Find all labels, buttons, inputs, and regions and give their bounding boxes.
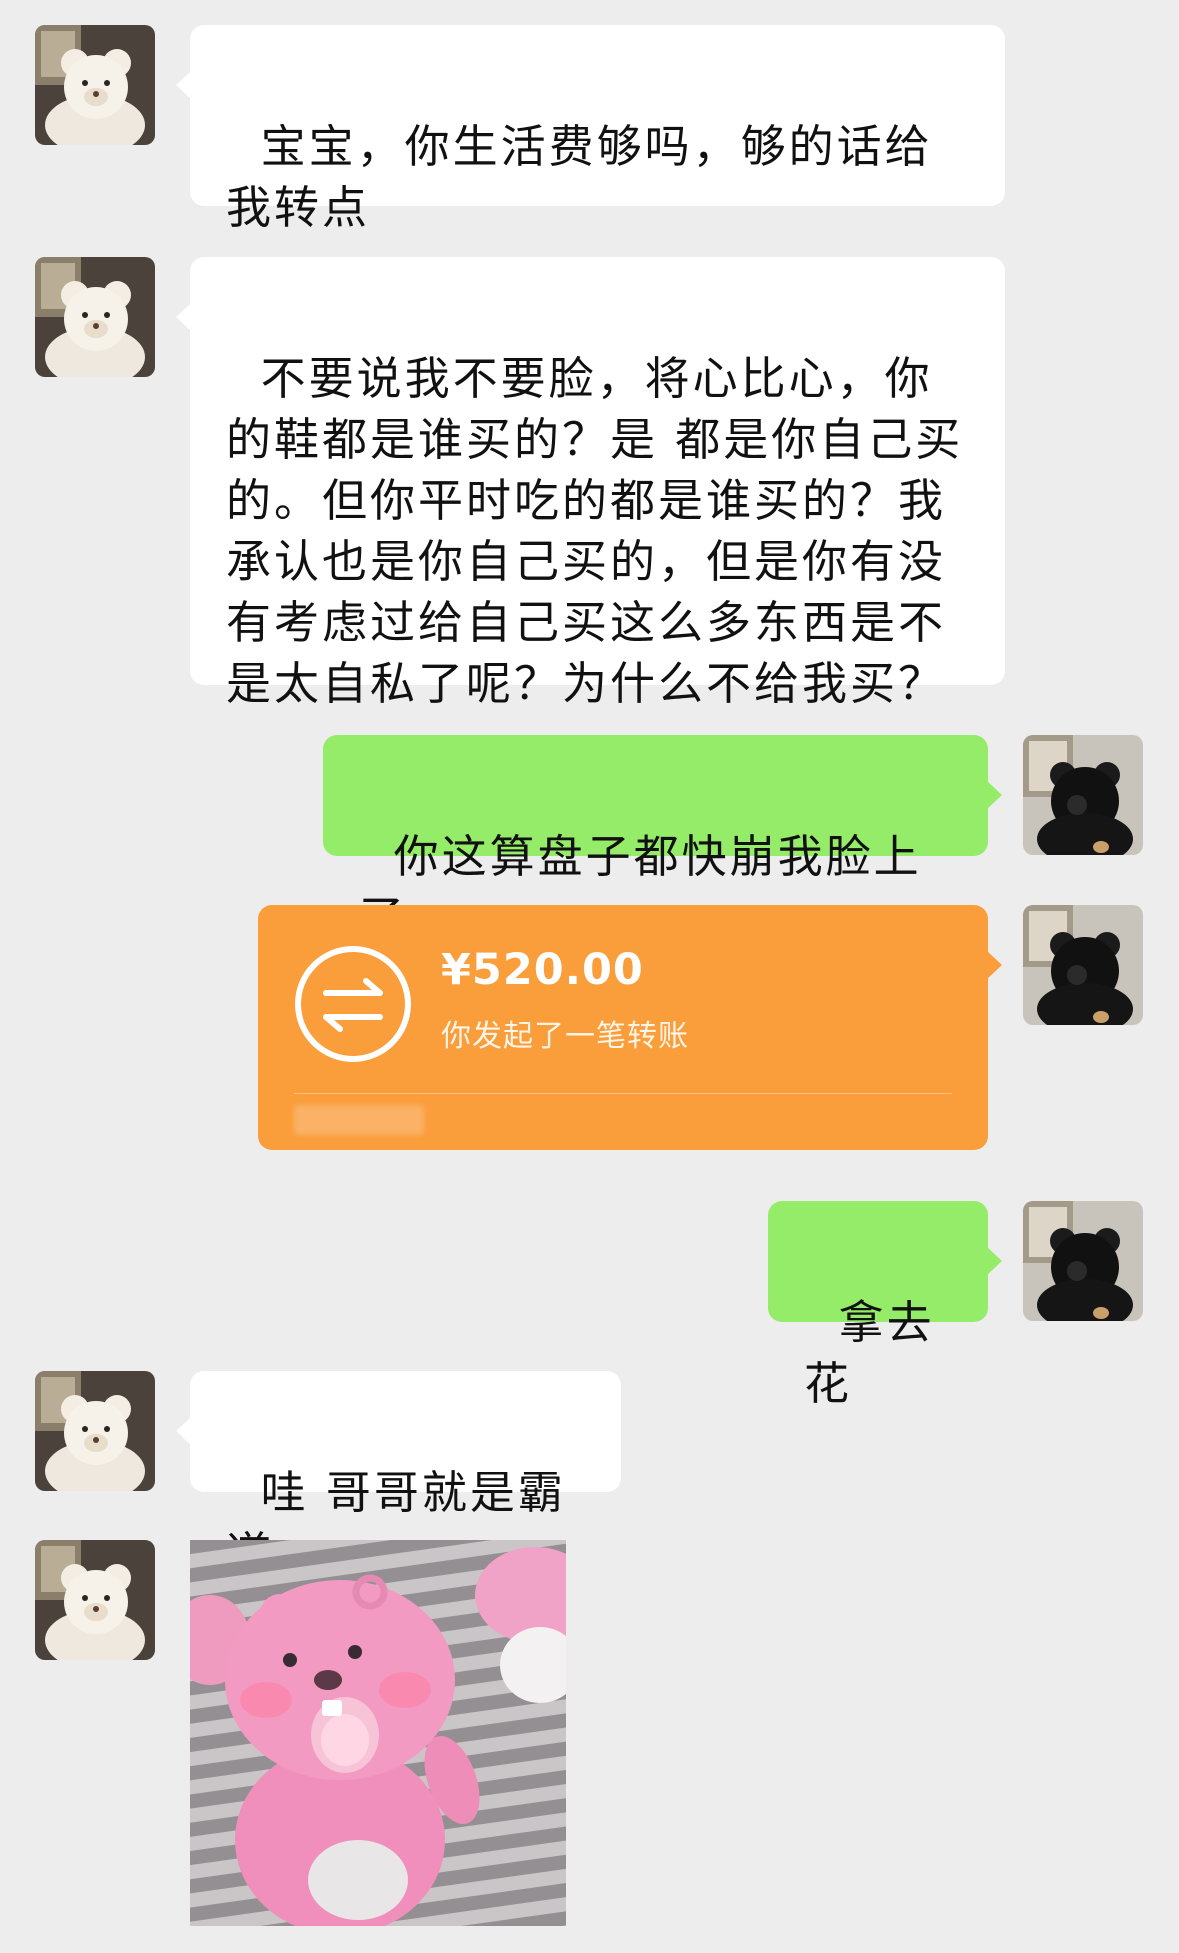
black-bear-avatar-icon: [1023, 735, 1143, 855]
sticker-message[interactable]: [190, 1540, 566, 1926]
message-bubble[interactable]: 你这算盘子都快崩我脸上了: [323, 735, 1002, 944]
white-bear-avatar-icon: [35, 1371, 155, 1491]
contact-avatar[interactable]: [35, 1540, 155, 1660]
message-bubble[interactable]: 拿去花: [768, 1201, 1002, 1410]
transfer-divider: [294, 1093, 952, 1094]
my-avatar[interactable]: [1023, 905, 1143, 1025]
transfer-card[interactable]: ¥520.00 你发起了一笔转账: [258, 905, 1002, 1150]
contact-avatar[interactable]: [35, 25, 155, 145]
white-bear-avatar-icon: [35, 25, 155, 145]
message-text: 宝宝，你生活费够吗，够的话给我转点: [226, 120, 933, 234]
transfer-footer-blurred: [294, 1105, 424, 1135]
contact-avatar[interactable]: [35, 1371, 155, 1491]
transfer-arrows-icon: [295, 946, 411, 1062]
white-bear-avatar-icon: [35, 257, 155, 377]
black-bear-avatar-icon: [1023, 1201, 1143, 1321]
my-avatar[interactable]: [1023, 1201, 1143, 1321]
white-bear-avatar-icon: [35, 1540, 155, 1660]
message-text: 拿去花: [804, 1296, 935, 1410]
my-avatar[interactable]: [1023, 735, 1143, 855]
message-bubble[interactable]: 哇 哥哥就是霸道: [176, 1371, 621, 1580]
transfer-amount: ¥520.00: [441, 945, 644, 995]
message-bubble[interactable]: 宝宝，你生活费够吗，够的话给我转点: [176, 25, 1005, 234]
pink-beaver-sticker-icon: [190, 1540, 566, 1926]
black-bear-avatar-icon: [1023, 905, 1143, 1025]
message-text: 不要说我不要脸，将心比心，你的鞋都是谁买的？是 都是你自己买的。但你平时吃的都是…: [226, 352, 964, 710]
message-bubble[interactable]: 不要说我不要脸，将心比心，你的鞋都是谁买的？是 都是你自己买的。但你平时吃的都是…: [176, 257, 1005, 710]
transfer-description: 你发起了一笔转账: [441, 1019, 689, 1054]
contact-avatar[interactable]: [35, 257, 155, 377]
